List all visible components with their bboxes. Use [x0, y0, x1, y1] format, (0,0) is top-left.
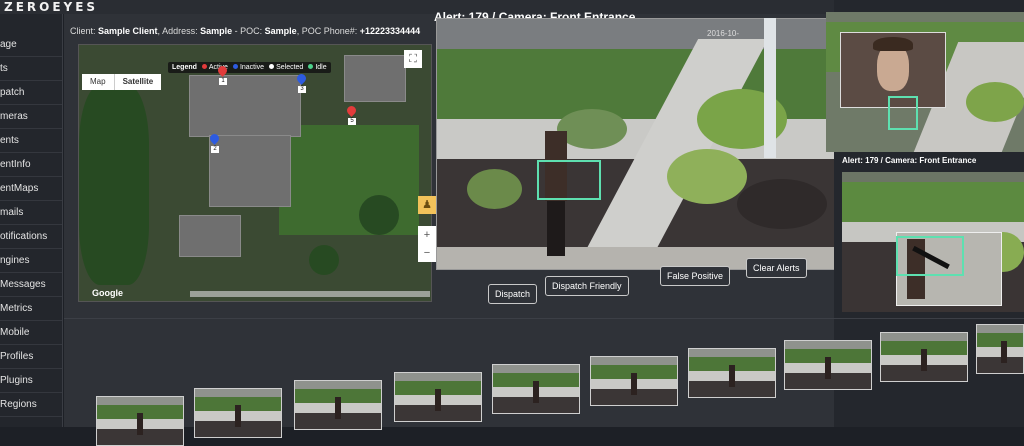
alert-thumbnail[interactable]	[492, 364, 580, 414]
street-view-icon[interactable]: ♟	[418, 196, 436, 214]
map-pin-2[interactable]: 2	[208, 132, 221, 153]
alert-thumbnail[interactable]	[784, 340, 872, 390]
alert-thumbnail[interactable]	[294, 380, 382, 430]
cam-bush	[557, 109, 627, 149]
sidebar-item-label: Metrics	[0, 303, 33, 314]
alert-thumbnail[interactable]	[880, 332, 968, 382]
alert-thumbnail[interactable]	[976, 324, 1024, 374]
sidebar-item-label: age	[0, 39, 17, 50]
sidebar-item-messages[interactable]: Messages	[0, 274, 62, 297]
sidebar-item-alerts[interactable]: ts	[0, 58, 62, 81]
sidebar-item-regions[interactable]: Regions	[0, 394, 62, 417]
map-tree	[309, 245, 339, 275]
map-pin-3[interactable]: 3	[295, 72, 308, 93]
map-pin-5[interactable]: 5	[345, 104, 358, 125]
map-tree	[359, 195, 399, 235]
sidebar-item-label: ents	[0, 135, 19, 146]
alert-thumbnail[interactable]	[194, 388, 282, 438]
poc-label: - POC:	[234, 26, 263, 36]
pin-number: 1	[219, 78, 227, 85]
sidebar-item-label: Plugins	[0, 375, 33, 386]
alert-thumbnail[interactable]	[96, 396, 184, 446]
sidebar-item-cameras[interactable]: meras	[0, 106, 62, 129]
map-type-toggle[interactable]: Map Satellite	[82, 74, 162, 90]
pin-number: 5	[348, 118, 356, 125]
map-building	[179, 215, 241, 257]
alert-thumbnail[interactable]	[590, 356, 678, 406]
zoom-in-button[interactable]: +	[418, 226, 436, 244]
sidebar-item-label: Messages	[0, 279, 46, 290]
legend-item-selected: Selected	[269, 64, 303, 71]
cam-light-pole	[764, 18, 776, 158]
timestamp: 2016-10-	[707, 29, 740, 38]
camera-feed[interactable]: 2016-10-	[436, 18, 836, 270]
map-building	[189, 75, 301, 137]
sidebar-item-label: mails	[0, 207, 24, 218]
pin-number: 2	[211, 146, 219, 153]
legend-item-inactive: Inactive	[232, 64, 264, 71]
map-building	[209, 135, 291, 207]
sidebar-item-plugins[interactable]: Plugins	[0, 370, 62, 393]
address-label: Address:	[162, 26, 198, 36]
sidebar-item-notifications[interactable]: otifications	[0, 226, 62, 249]
map-pin-1[interactable]: 1	[216, 64, 229, 85]
dispatch-friendly-button[interactable]: Dispatch Friendly	[545, 276, 629, 296]
map-type-satellite[interactable]: Satellite	[113, 74, 162, 90]
face-detection-box	[888, 96, 918, 130]
sidebar-item-label: entMaps	[0, 183, 39, 194]
sidebar-item-homepage[interactable]: age	[0, 34, 62, 57]
cam-bush	[467, 169, 522, 209]
app-logo: ZEROEYES	[4, 0, 99, 14]
detection-box	[537, 160, 601, 200]
thumbnail-divider	[64, 318, 1024, 319]
sidebar-item-mobile[interactable]: Mobile	[0, 322, 62, 345]
sidebar-item-dispatch[interactable]: patch	[0, 82, 62, 105]
zoom-out-button[interactable]: −	[418, 244, 436, 262]
cam-bush	[667, 149, 747, 204]
client-label: Client:	[70, 26, 96, 36]
sidebar-item-label: Regions	[0, 399, 37, 410]
legend-item-idle: Idle	[308, 64, 327, 71]
google-logo: Google	[92, 288, 123, 298]
false-positive-button[interactable]: False Positive	[660, 266, 731, 286]
sidebar-item-label: Profiles	[0, 351, 34, 362]
map-legend: Legend Active Inactive Selected Idle	[168, 62, 331, 73]
map-tree-area	[79, 85, 149, 285]
alert-thumbnail[interactable]	[394, 372, 482, 422]
legend-title: Legend	[172, 64, 197, 71]
sidebar-item-client-info[interactable]: entInfo	[0, 154, 62, 177]
phone-value: +12223334444	[359, 26, 421, 36]
right-alert-title: Alert: 179 / Camera: Front Entrance	[842, 156, 977, 165]
poc-value: Sample	[264, 26, 297, 36]
cam-person-legs	[547, 201, 565, 256]
map-building	[344, 55, 406, 102]
sidebar-item-metrics[interactable]: Metrics	[0, 298, 62, 321]
sidebar-item-label: otifications	[0, 231, 48, 242]
sidebar-item-label: ts	[0, 63, 8, 74]
pin-number: 3	[298, 86, 306, 93]
sidebar-item-clients[interactable]: ents	[0, 130, 62, 153]
alert-thumbnail[interactable]	[688, 348, 776, 398]
sidebar-item-label: ngines	[0, 255, 30, 266]
cam-bush	[737, 179, 827, 229]
client-info: Client: Sample Client, Address: Sample -…	[70, 26, 421, 36]
sidebar: age ts patch meras ents entInfo entMaps …	[0, 14, 63, 427]
sidebar-item-label: Mobile	[0, 327, 30, 338]
address-value: Sample	[200, 26, 233, 36]
sidebar-item-profiles[interactable]: Profiles	[0, 346, 62, 369]
map-type-map[interactable]: Map	[82, 74, 114, 90]
phone-label: POC Phone#:	[301, 26, 358, 36]
sidebar-item-label: entInfo	[0, 159, 31, 170]
fullscreen-icon[interactable]: ⛶	[404, 50, 422, 68]
weapon-detection-box	[896, 236, 964, 276]
client-value: Sample Client	[98, 26, 158, 36]
sidebar-item-emails[interactable]: mails	[0, 202, 62, 225]
dispatch-button[interactable]: Dispatch	[488, 284, 538, 304]
clear-alerts-button[interactable]: Clear Alerts	[746, 258, 807, 278]
sidebar-item-label: patch	[0, 87, 25, 98]
map-attribution	[190, 291, 430, 297]
sidebar-item-engines[interactable]: ngines	[0, 250, 62, 273]
sidebar-item-client-maps[interactable]: entMaps	[0, 178, 62, 201]
sidebar-item-label: meras	[0, 111, 28, 122]
